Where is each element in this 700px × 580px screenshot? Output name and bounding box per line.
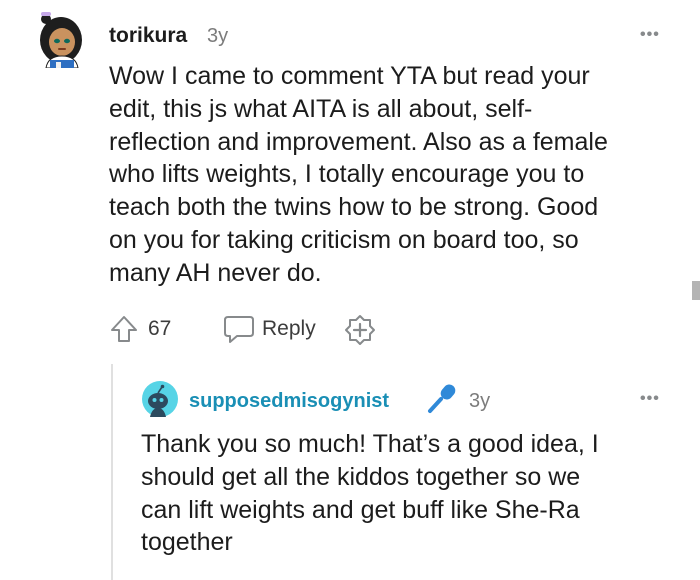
microphone-icon [425, 382, 459, 416]
reply-line: should get all the kiddos together so we [141, 462, 581, 491]
add-award-icon[interactable] [344, 314, 376, 346]
more-options-icon[interactable]: ••• [640, 26, 660, 44]
comment-line: on you for taking criticism on board too… [109, 225, 579, 254]
more-options-icon[interactable]: ••• [640, 390, 660, 408]
comment-line: Wow I came to comment YTA but read your [109, 62, 590, 90]
comment-line: reflection and improvement. Also as a fe… [109, 127, 608, 156]
speech-bubble-icon [224, 316, 254, 343]
comment-timestamp: 3y [207, 25, 229, 47]
comment-line: edit, this js what AITA is all about, se… [109, 94, 533, 123]
upvote-arrow-icon[interactable] [109, 314, 139, 344]
vote-count: 67 [148, 317, 172, 340]
avatar[interactable] [142, 381, 178, 417]
reply-body: Thank you so much! That’s a good idea, I… [141, 428, 681, 559]
reply-line: Thank you so much! That’s a good idea, I [141, 430, 599, 458]
comment-line: teach both the twins how to be strong. G… [109, 193, 599, 222]
reply-line: can lift weights and get buff like She-R… [141, 495, 580, 524]
comment-author[interactable]: torikura [109, 24, 187, 48]
comment-body: Wow I came to comment YTA but read your … [109, 60, 679, 290]
avatar[interactable] [36, 10, 86, 69]
scrollbar-thumb[interactable] [692, 281, 700, 300]
thread-line[interactable] [111, 364, 113, 580]
comment-line: many AH never do. [109, 258, 322, 287]
reply-timestamp: 3y [469, 390, 491, 412]
reply-button[interactable]: Reply [222, 312, 316, 346]
comment-line: who lifts weights, I totally encourage y… [109, 160, 585, 189]
reply-author[interactable]: supposedmisogynist [189, 390, 389, 413]
reply-line: together [141, 528, 233, 557]
reply-label: Reply [262, 317, 316, 340]
